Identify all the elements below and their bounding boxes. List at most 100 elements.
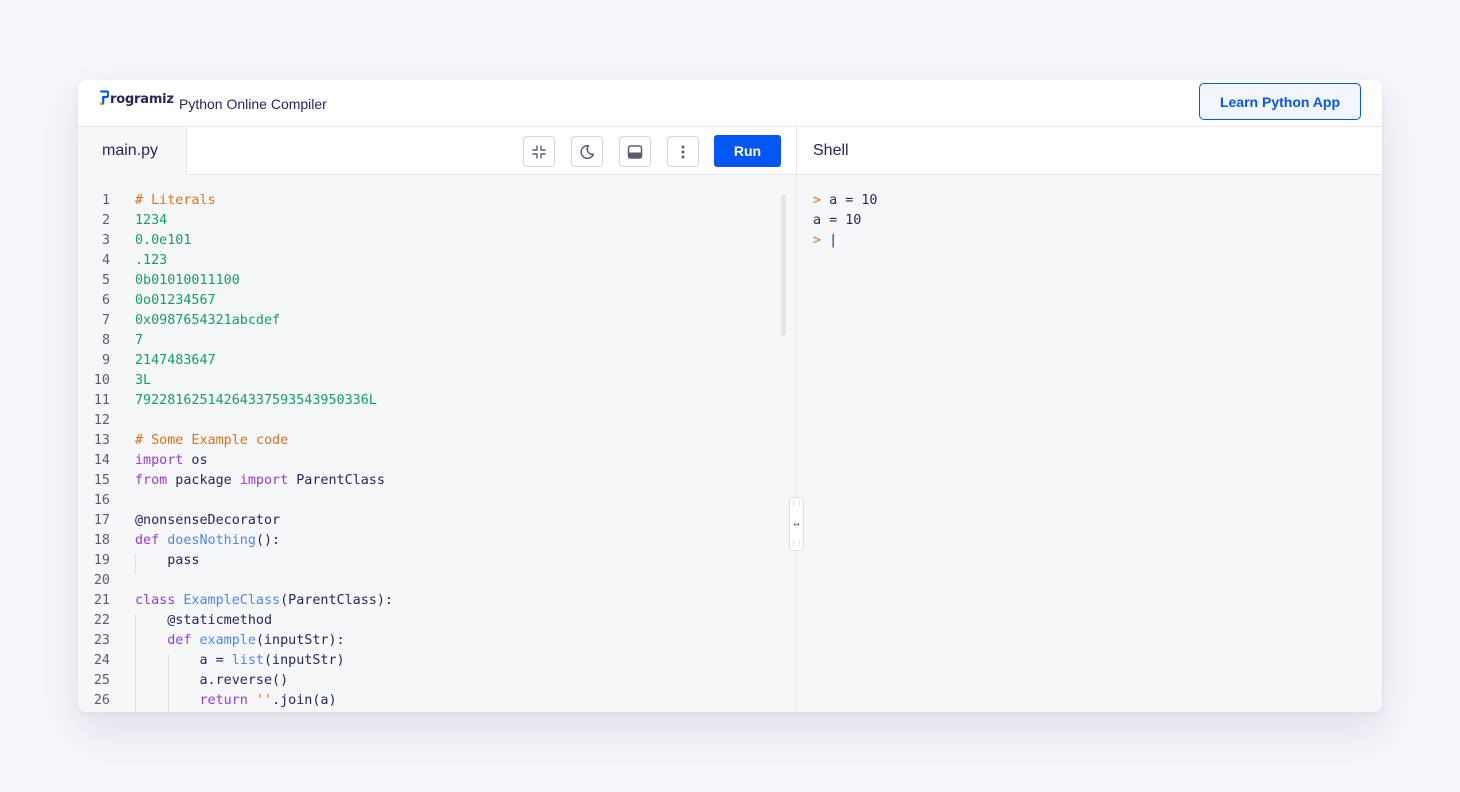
code-line[interactable]: 25 a.reverse(): [78, 671, 778, 691]
code-token: def: [135, 533, 159, 548]
code-editor[interactable]: 1# Literals2123430.0e1014.12350b01010011…: [78, 175, 796, 712]
code-token: a.reverse(): [135, 673, 288, 688]
programiz-logo[interactable]: rogramiz: [100, 91, 174, 107]
code-text: pass: [135, 551, 200, 571]
file-tab-main-py[interactable]: main.py: [78, 127, 187, 175]
compiler-window: rogramiz Python Online Compiler Learn Py…: [78, 80, 1382, 712]
code-text: 0o01234567: [135, 291, 216, 311]
code-token: 7: [135, 333, 143, 348]
code-line[interactable]: 26 return ''.join(a): [78, 691, 778, 711]
code-line[interactable]: 9 2147483647: [78, 351, 778, 371]
code-line[interactable]: 60o01234567: [78, 291, 778, 311]
code-token: doesNothing: [167, 533, 256, 548]
code-line[interactable]: 19 pass: [78, 551, 778, 571]
code-token: return: [200, 693, 248, 708]
editor-scrollbar[interactable]: [781, 194, 786, 336]
fullscreen-exit-button[interactable]: [523, 136, 555, 167]
code-text: 0x0987654321abcdef: [135, 311, 280, 331]
code-line[interactable]: 2 1234: [78, 211, 778, 231]
line-number: 11: [88, 391, 110, 411]
fullscreen-exit-icon: [531, 144, 547, 160]
shell-output[interactable]: > a = 10 a = 10 > |: [796, 175, 1382, 712]
code-text: @staticmethod: [135, 611, 272, 631]
code-token: (ParentClass):: [280, 593, 393, 608]
code-text: 3L: [135, 371, 151, 391]
line-number: 23: [88, 631, 110, 651]
code-token: ParentClass: [288, 473, 385, 488]
more-options-button[interactable]: [667, 136, 699, 167]
code-text: 7: [135, 331, 143, 351]
code-text: @nonsenseDecorator: [135, 511, 280, 531]
shell-line: > |: [813, 231, 837, 251]
code-token: 0x0987654321abcdef: [135, 313, 280, 328]
toggle-panel-button[interactable]: [619, 136, 651, 167]
code-text: 79228162514264337593543950336L: [135, 391, 377, 411]
code-line[interactable]: 13# Some Example code: [78, 431, 778, 451]
dark-mode-button[interactable]: [571, 136, 603, 167]
code-line[interactable]: 12: [78, 411, 778, 431]
shell-text: |: [821, 233, 837, 248]
code-line[interactable]: 30.0e101: [78, 231, 778, 251]
code-text: a = list(inputStr): [135, 651, 345, 671]
learn-python-app-button[interactable]: Learn Python App: [1199, 83, 1361, 120]
code-line[interactable]: 4.123: [78, 251, 778, 271]
line-number: 14: [88, 451, 110, 471]
code-token: ():: [256, 533, 280, 548]
line-number: 9: [88, 351, 110, 371]
line-number: 5: [88, 271, 110, 291]
code-token: 0o01234567: [135, 293, 216, 308]
code-line[interactable]: 15from package import ParentClass: [78, 471, 778, 491]
shell-prompt: >: [813, 233, 821, 248]
shell-text: a = 10: [813, 213, 861, 228]
code-line[interactable]: 10 3L: [78, 371, 778, 391]
shell-text: a = 10: [821, 193, 877, 208]
code-text: 0b01010011100: [135, 271, 240, 291]
code-line[interactable]: 21class ExampleClass(ParentClass):: [78, 591, 778, 611]
code-line[interactable]: 7 0x0987654321abcdef: [78, 311, 778, 331]
code-line[interactable]: 5 0b01010011100: [78, 271, 778, 291]
code-token: 79228162514264337593543950336L: [135, 393, 377, 408]
shell-line: a = 10: [813, 211, 861, 231]
code-token: # Literals: [135, 193, 216, 208]
code-token: 0b01010011100: [135, 273, 240, 288]
code-line[interactable]: 20: [78, 571, 778, 591]
line-number: 26: [88, 691, 110, 711]
line-number: 19: [88, 551, 110, 571]
code-line[interactable]: 17@nonsenseDecorator: [78, 511, 778, 531]
run-button[interactable]: Run: [714, 135, 781, 167]
programiz-logo-icon: [100, 90, 109, 106]
code-token: 1234: [135, 213, 167, 228]
line-number: 1: [88, 191, 110, 211]
code-line[interactable]: 16: [78, 491, 778, 511]
code-line[interactable]: 24 a = list(inputStr): [78, 651, 778, 671]
code-token: '': [256, 693, 272, 708]
code-text: def doesNothing():: [135, 531, 280, 551]
code-text: 2147483647: [135, 351, 216, 371]
code-text: 0.0e101: [135, 231, 191, 251]
line-number: 2: [88, 211, 110, 231]
shell-header: Shell: [796, 127, 1382, 175]
line-number: 18: [88, 531, 110, 551]
line-number: 21: [88, 591, 110, 611]
code-line[interactable]: 87: [78, 331, 778, 351]
grip-dots-icon: ⋮⋮: [791, 541, 803, 547]
code-text: 1234: [135, 211, 167, 231]
code-token: 2147483647: [135, 353, 216, 368]
line-number: 15: [88, 471, 110, 491]
code-line[interactable]: 11 79228162514264337593543950336L: [78, 391, 778, 411]
code-line[interactable]: 22 @staticmethod: [78, 611, 778, 631]
code-token: .join(a): [272, 693, 337, 708]
code-line[interactable]: 23 def example(inputStr):: [78, 631, 778, 651]
code-line[interactable]: 14import os: [78, 451, 778, 471]
code-token: import: [135, 453, 183, 468]
code-text: def example(inputStr):: [135, 631, 345, 651]
code-token: # Some Example code: [135, 433, 288, 448]
line-number: 10: [88, 371, 110, 391]
line-number: 4: [88, 251, 110, 271]
code-token: from: [135, 473, 167, 488]
line-number: 7: [88, 311, 110, 331]
pane-resize-handle[interactable]: ⋮⋮ ↔ ⋮⋮: [789, 497, 804, 551]
code-line[interactable]: 18 def doesNothing():: [78, 531, 778, 551]
code-token: class: [135, 593, 175, 608]
code-line[interactable]: 1 # Literals: [78, 191, 778, 211]
